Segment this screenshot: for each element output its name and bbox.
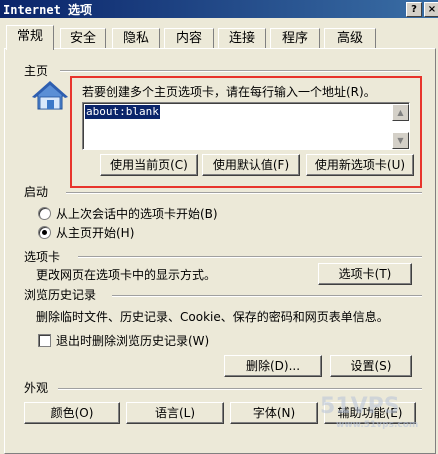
languages-button[interactable]: 语言(L) bbox=[126, 402, 224, 424]
use-new-tab-button[interactable]: 使用新选项卡(U) bbox=[306, 154, 414, 176]
title-bar: Internet 选项 ? × bbox=[0, 0, 438, 18]
tabs-group-label: 选项卡 bbox=[24, 248, 65, 265]
appearance-group-rule bbox=[58, 388, 422, 390]
homepage-address-textarea[interactable]: about:blank ▲ ▼ bbox=[82, 102, 410, 150]
tabs-group-rule bbox=[78, 256, 422, 258]
startup-homepage-label[interactable]: 从主页开始(H) bbox=[56, 224, 134, 241]
scroll-down-button[interactable]: ▼ bbox=[392, 132, 409, 149]
watermark-logo: 51VPS bbox=[320, 394, 400, 419]
colors-button[interactable]: 颜色(O) bbox=[24, 402, 120, 424]
startup-last-session-radio[interactable] bbox=[38, 207, 51, 220]
tab-programs[interactable]: 程序 bbox=[270, 28, 320, 49]
delete-history-button[interactable]: 删除(D)... bbox=[224, 355, 322, 377]
homepage-address-value: about:blank bbox=[85, 105, 160, 119]
use-default-button[interactable]: 使用默认值(F) bbox=[202, 154, 300, 176]
startup-homepage-radio[interactable] bbox=[38, 226, 51, 239]
appearance-group-label: 外观 bbox=[24, 379, 53, 396]
tab-privacy[interactable]: 隐私 bbox=[112, 28, 160, 49]
startup-group-label: 启动 bbox=[24, 183, 53, 200]
window-title: Internet 选项 bbox=[3, 3, 93, 17]
history-group-label: 浏览历史记录 bbox=[24, 286, 101, 303]
history-group-rule bbox=[112, 295, 422, 297]
tab-security[interactable]: 安全 bbox=[60, 28, 106, 49]
tab-content[interactable]: 内容 bbox=[164, 28, 214, 49]
fonts-button[interactable]: 字体(N) bbox=[230, 402, 318, 424]
startup-last-session-label[interactable]: 从上次会话中的选项卡开始(B) bbox=[56, 205, 218, 222]
watermark-url: www.51vps.com bbox=[336, 420, 419, 430]
close-button[interactable]: × bbox=[424, 2, 438, 17]
use-current-button[interactable]: 使用当前页(C) bbox=[100, 154, 198, 176]
homepage-instruction: 若要创建多个主页选项卡，请在每行输入一个地址(R)。 bbox=[82, 85, 376, 99]
history-description: 删除临时文件、历史记录、Cookie、保存的密码和网页表单信息。 bbox=[36, 310, 389, 324]
tab-advanced[interactable]: 高级 bbox=[324, 28, 376, 49]
tab-general[interactable]: 常规 bbox=[6, 25, 54, 50]
help-button[interactable]: ? bbox=[406, 2, 422, 17]
homepage-group-label: 主页 bbox=[24, 62, 53, 79]
delete-on-exit-checkbox[interactable] bbox=[38, 334, 51, 347]
tabs-settings-button[interactable]: 选项卡(T) bbox=[318, 263, 412, 285]
startup-group-rule bbox=[66, 192, 422, 194]
history-settings-button[interactable]: 设置(S) bbox=[330, 355, 412, 377]
house-icon bbox=[32, 81, 68, 110]
homepage-group-rule bbox=[60, 70, 420, 72]
scroll-up-button[interactable]: ▲ bbox=[392, 104, 409, 121]
tab-connections[interactable]: 连接 bbox=[218, 28, 266, 49]
delete-on-exit-label[interactable]: 退出时删除浏览历史记录(W) bbox=[56, 332, 209, 349]
tabs-description: 更改网页在选项卡中的显示方式。 bbox=[36, 268, 217, 282]
